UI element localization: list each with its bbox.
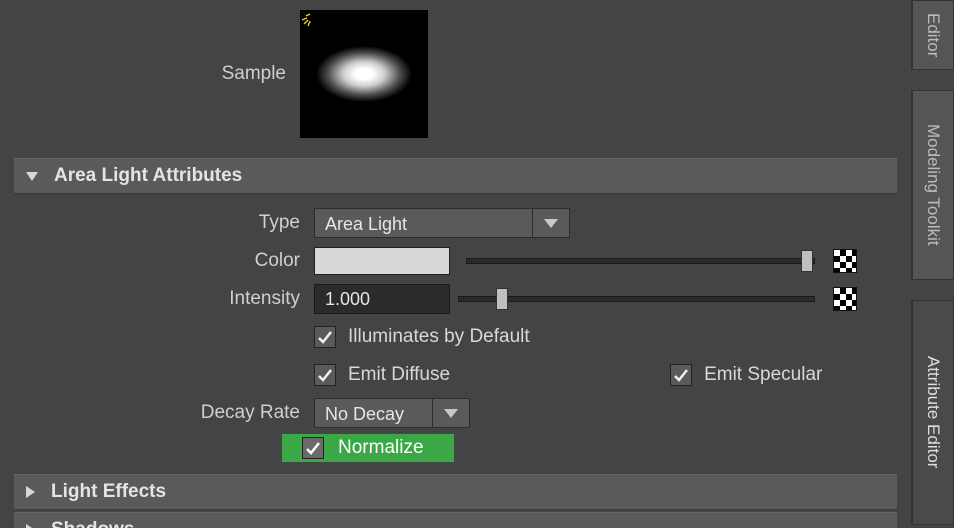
checkbox-icon <box>314 326 336 348</box>
tab-editor[interactable]: Editor <box>911 0 954 70</box>
illuminates-default-checkbox[interactable]: Illuminates by Default <box>314 326 530 348</box>
section-title: Area Light Attributes <box>54 165 242 187</box>
sample-label: Sample <box>0 63 300 85</box>
checkbox-icon <box>670 364 692 386</box>
chevron-right-icon <box>26 524 35 528</box>
tab-modeling-toolkit[interactable]: Modeling Toolkit <box>911 90 954 280</box>
intensity-label: Intensity <box>14 288 314 310</box>
tab-attribute-editor[interactable]: Attribute Editor <box>911 300 954 525</box>
sample-glow <box>304 39 424 109</box>
intensity-map-button[interactable] <box>833 287 857 311</box>
color-map-button[interactable] <box>833 249 857 273</box>
intensity-slider-thumb[interactable] <box>496 288 508 310</box>
decay-rate-dropdown[interactable]: No Decay <box>314 398 470 428</box>
type-dropdown[interactable]: Area Light <box>314 208 570 238</box>
emit-specular-label: Emit Specular <box>704 364 822 386</box>
chevron-right-icon <box>26 486 35 498</box>
type-label: Type <box>14 212 314 234</box>
chevron-down-icon <box>26 172 38 181</box>
color-slider[interactable] <box>466 258 815 264</box>
emit-diffuse-checkbox[interactable]: Emit Diffuse <box>314 364 450 386</box>
checkbox-icon <box>302 437 324 459</box>
section-header-shadows[interactable]: Shadows <box>14 512 897 528</box>
color-slider-thumb[interactable] <box>801 250 813 272</box>
emit-specular-checkbox[interactable]: Emit Specular <box>670 364 822 386</box>
decay-rate-dropdown-button[interactable] <box>432 398 470 428</box>
color-swatch[interactable] <box>314 247 450 275</box>
section-title: Light Effects <box>51 481 166 503</box>
chevron-down-icon <box>444 409 458 418</box>
normalize-checkbox[interactable]: Normalize <box>282 434 454 462</box>
chevron-down-icon <box>544 219 558 228</box>
area-light-body: Type Area Light Color <box>0 196 911 472</box>
intensity-input[interactable] <box>314 284 450 314</box>
illuminates-default-label: Illuminates by Default <box>348 326 530 348</box>
type-dropdown-button[interactable] <box>532 208 570 238</box>
section-header-light-effects[interactable]: Light Effects <box>14 474 897 510</box>
sample-preview[interactable] <box>300 10 428 138</box>
color-label: Color <box>14 250 314 272</box>
sample-corner-icon <box>302 12 316 26</box>
section-title: Shadows <box>51 519 134 528</box>
checkbox-icon <box>314 364 336 386</box>
decay-rate-value: No Decay <box>314 398 432 428</box>
type-value: Area Light <box>314 208 532 238</box>
emit-diffuse-label: Emit Diffuse <box>348 364 450 386</box>
section-header-area-light[interactable]: Area Light Attributes <box>14 158 897 194</box>
normalize-label: Normalize <box>338 437 424 459</box>
decay-rate-label: Decay Rate <box>14 402 314 424</box>
intensity-slider[interactable] <box>458 296 815 302</box>
